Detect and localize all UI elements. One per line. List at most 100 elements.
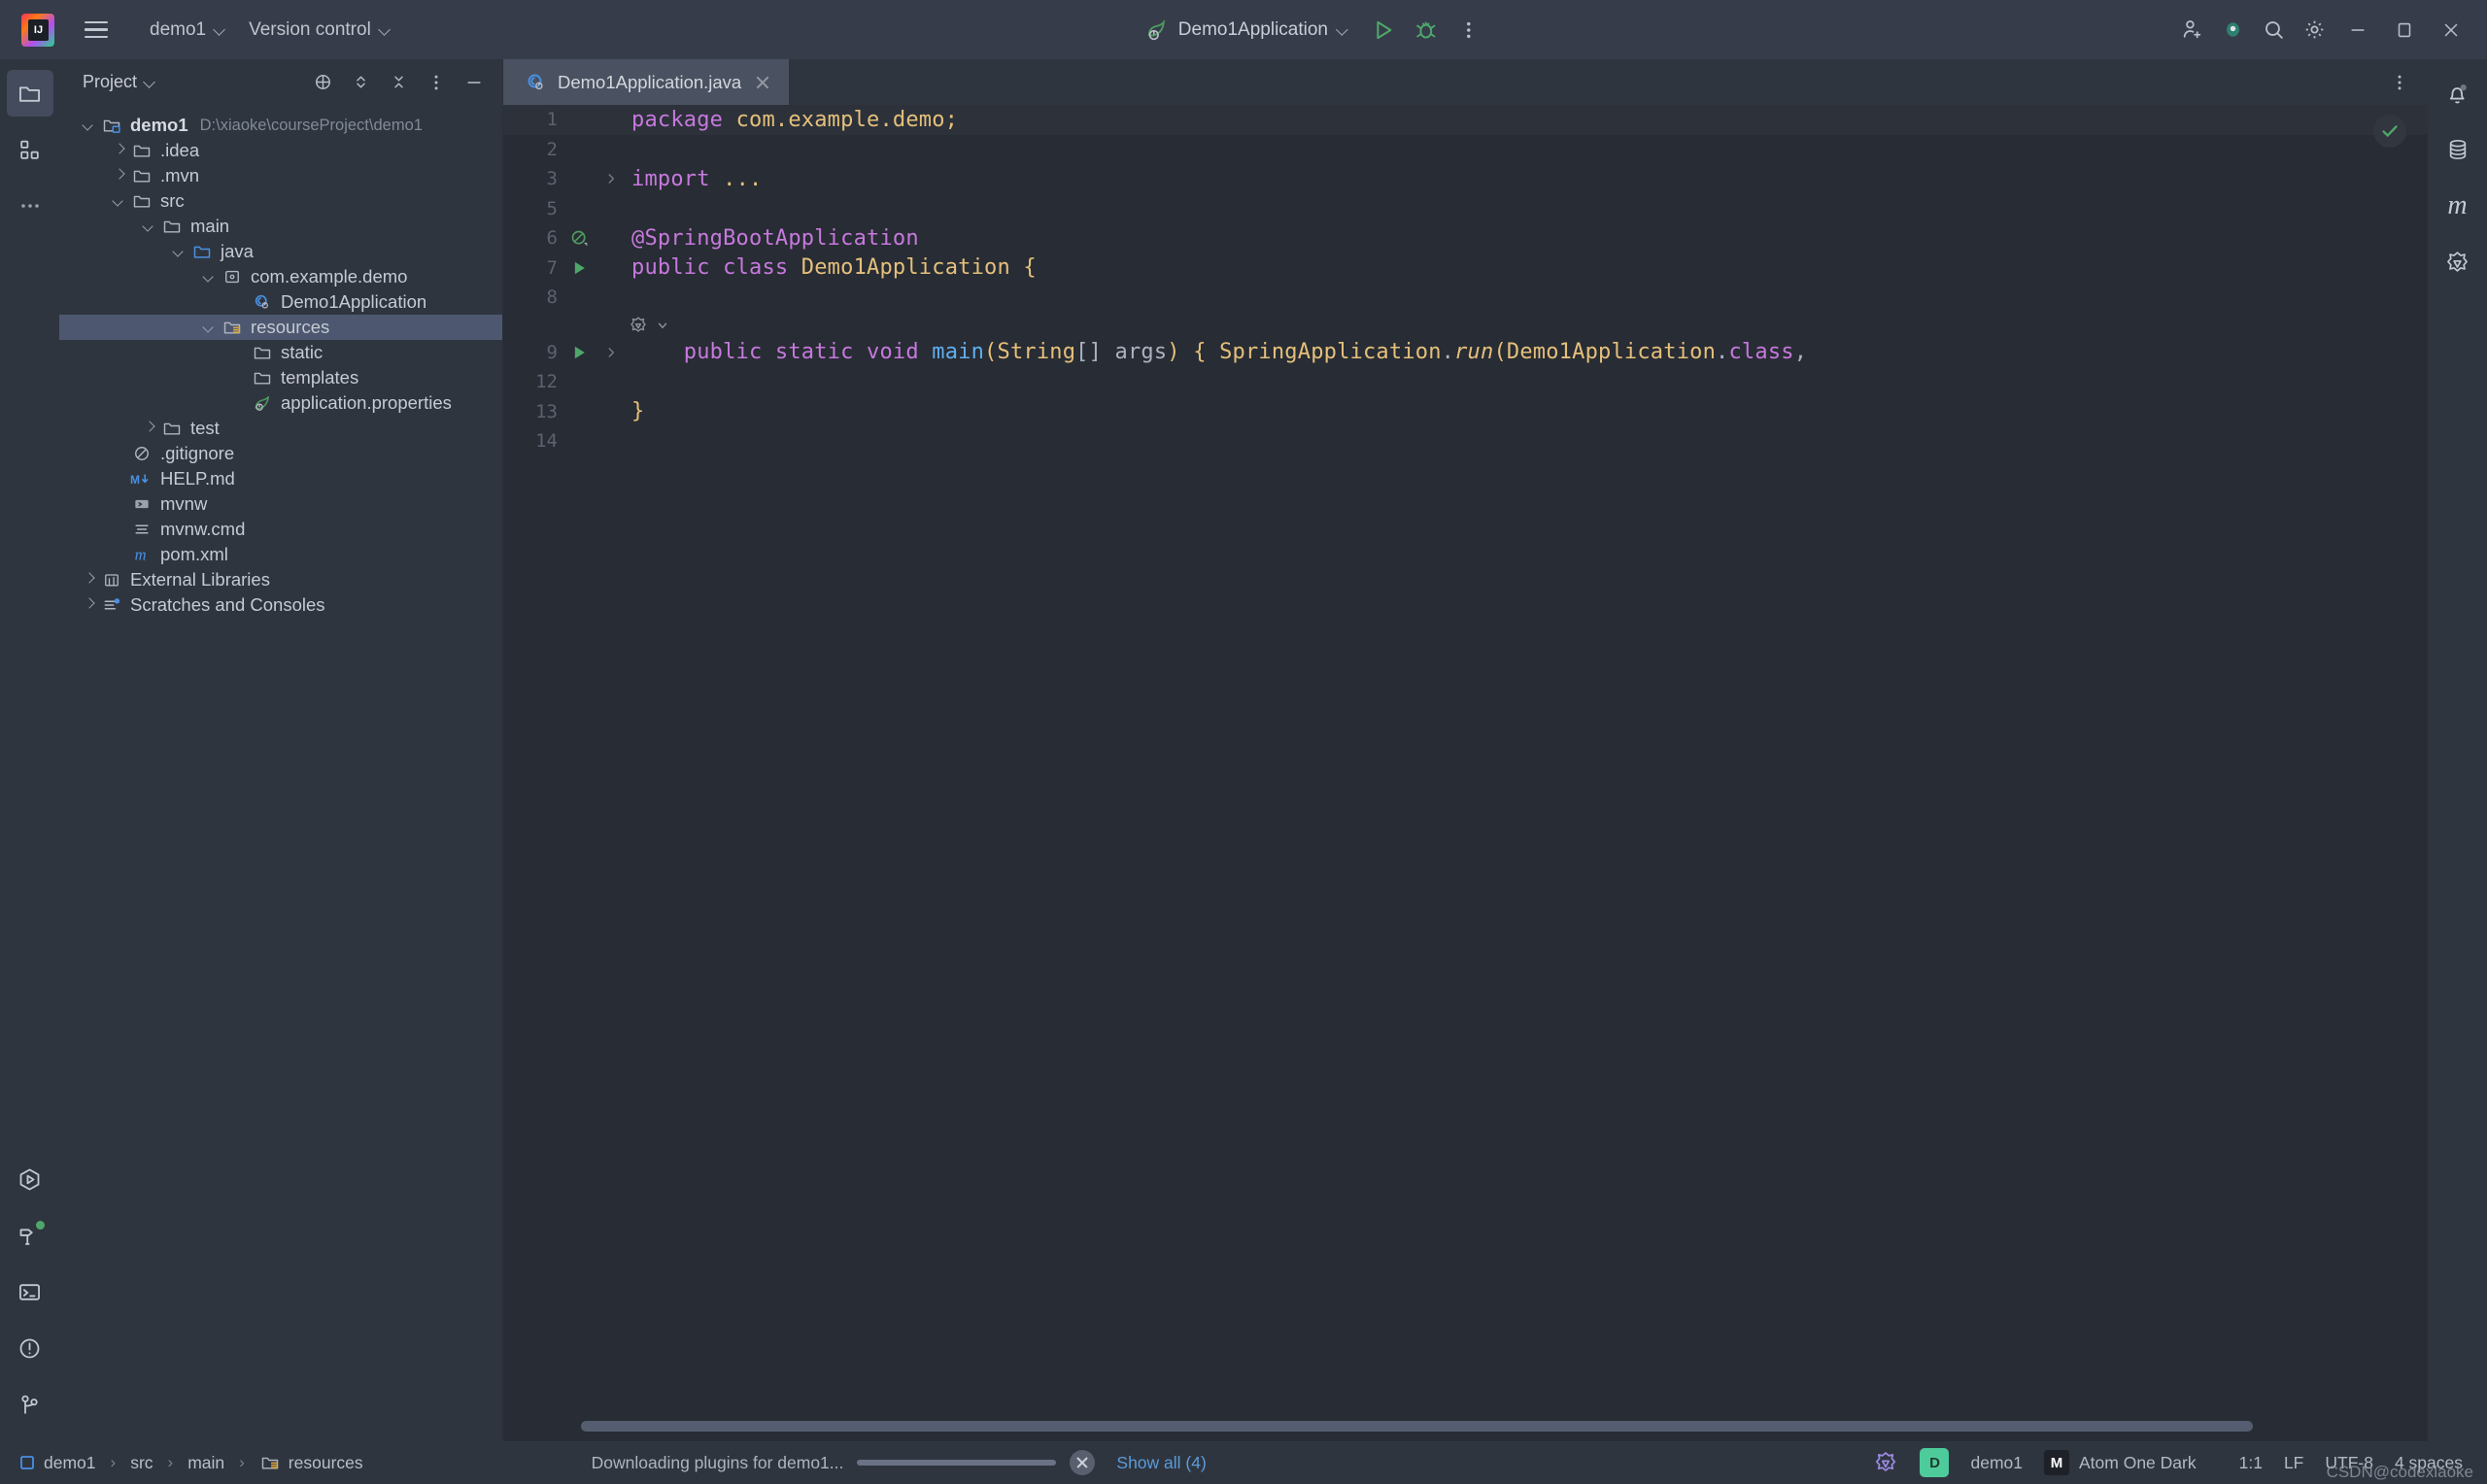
sidebar-item-build[interactable] xyxy=(7,1212,53,1259)
hide-panel-icon[interactable] xyxy=(456,64,493,101)
sidebar-item-database[interactable] xyxy=(2435,126,2481,173)
tree-item-label: Scratches and Consoles xyxy=(130,594,325,615)
theme-widget[interactable]: M Atom One Dark xyxy=(2033,1445,2207,1480)
package-icon xyxy=(221,267,244,287)
inline-bean-hint[interactable] xyxy=(503,313,2428,338)
breadcrumb-item-resources[interactable]: resources xyxy=(255,1450,368,1476)
expand-collapse-icon[interactable] xyxy=(342,64,379,101)
chevron-down-icon[interactable] xyxy=(109,190,130,212)
select-opened-file-icon[interactable] xyxy=(304,64,341,101)
project-name-widget[interactable]: demo1 xyxy=(1959,1448,2033,1478)
tree-item-help-md[interactable]: M HELP.md xyxy=(59,466,502,491)
chevron-right-icon[interactable] xyxy=(79,594,100,616)
breadcrumb-item-main[interactable]: main xyxy=(183,1450,229,1476)
maximize-button[interactable] xyxy=(2382,11,2427,50)
collapse-all-icon[interactable] xyxy=(380,64,417,101)
database-status-badge[interactable]: D xyxy=(1909,1443,1959,1482)
line-separator-widget[interactable]: LF xyxy=(2273,1448,2314,1478)
chevron-down-icon[interactable] xyxy=(199,317,221,338)
sidebar-item-project[interactable] xyxy=(6,70,53,117)
breadcrumb-item-demo1[interactable]: demo1 xyxy=(14,1450,101,1476)
breadcrumb-item-src[interactable]: src xyxy=(125,1450,157,1476)
editor-tab-label: Demo1Application.java xyxy=(558,71,742,92)
tree-item-demo1[interactable]: demo1 D:\xiaoke\courseProject\demo1 xyxy=(59,113,502,138)
tree-item-mvn[interactable]: .mvn xyxy=(59,163,502,188)
sidebar-item-git[interactable] xyxy=(7,1381,53,1428)
tree-arrow-spacer xyxy=(109,544,130,565)
more-actions-icon[interactable] xyxy=(1449,11,1488,50)
sidebar-item-maven[interactable]: m xyxy=(2435,183,2481,229)
chevron-right-icon[interactable] xyxy=(79,569,100,590)
tree-item-external-libraries[interactable]: External Libraries xyxy=(59,567,502,592)
indent-widget[interactable]: 4 spaces xyxy=(2384,1448,2473,1478)
tree-item-main[interactable]: main xyxy=(59,214,502,239)
tree-item-src[interactable]: src xyxy=(59,188,502,214)
debug-button[interactable] xyxy=(1407,11,1446,50)
tree-item-idea[interactable]: .idea xyxy=(59,138,502,163)
editor-options-icon[interactable] xyxy=(2381,64,2418,101)
sidebar-item-problems[interactable] xyxy=(7,1325,53,1371)
tree-item-test[interactable]: test xyxy=(59,416,502,441)
tree-item-application-properties[interactable]: application.properties xyxy=(59,390,502,416)
project-menu-demo1[interactable]: demo1 xyxy=(138,14,237,47)
project-view-selector[interactable]: Project xyxy=(75,67,163,97)
chevron-right-icon[interactable] xyxy=(109,165,130,186)
add-user-icon[interactable] xyxy=(2172,11,2211,50)
editor-horizontal-scrollbar[interactable] xyxy=(581,1421,2253,1432)
sidebar-item-notifications[interactable] xyxy=(2435,70,2481,117)
code-with-me-icon[interactable] xyxy=(2213,11,2252,50)
fold-expand-icon[interactable] xyxy=(600,172,622,186)
editor-tab-demo1application[interactable]: Demo1Application.java xyxy=(503,59,790,105)
tree-item-com-example-demo[interactable]: com.example.demo xyxy=(59,264,502,289)
chevron-down-icon[interactable] xyxy=(169,241,190,262)
tree-item-gitignore[interactable]: .gitignore xyxy=(59,441,502,466)
chevron-down-icon[interactable] xyxy=(199,266,221,287)
tree-item-scratches-and-consoles[interactable]: Scratches and Consoles xyxy=(59,592,502,618)
gutter-run-icon[interactable] xyxy=(558,258,600,278)
sidebar-item-terminal[interactable] xyxy=(7,1268,53,1315)
gutter-spring-bean-icon[interactable] xyxy=(558,228,600,249)
minimize-button[interactable] xyxy=(2335,11,2380,50)
sidebar-item-more[interactable] xyxy=(7,183,53,229)
tree-item-java[interactable]: java xyxy=(59,239,502,264)
cancel-task-icon[interactable] xyxy=(1070,1450,1096,1475)
run-configuration-selector[interactable]: Demo1Application xyxy=(1134,13,1360,48)
tree-item-mvnw-cmd[interactable]: mvnw.cmd xyxy=(59,517,502,542)
chevron-down-icon[interactable] xyxy=(656,319,669,332)
fold-expand-icon[interactable] xyxy=(600,346,622,359)
main-menu-icon[interactable] xyxy=(76,10,117,51)
sidebar-item-run[interactable] xyxy=(7,1156,53,1202)
tree-item-templates[interactable]: templates xyxy=(59,365,502,390)
settings-gear-icon[interactable] xyxy=(2295,11,2334,50)
tree-item-static[interactable]: static xyxy=(59,340,502,365)
show-all-tasks-link[interactable]: Show all (4) xyxy=(1108,1448,1213,1478)
sidebar-item-spring[interactable] xyxy=(2435,239,2481,286)
readonly-toggle[interactable] xyxy=(2207,1458,2229,1467)
ide-window: demo1 Version control Demo1Application xyxy=(0,0,2487,1484)
project-panel-title: Project xyxy=(83,72,138,91)
gutter-run-icon[interactable] xyxy=(558,343,600,362)
caret-position-widget[interactable]: 1:1 xyxy=(2229,1448,2273,1478)
tree-item-demo1application[interactable]: Demo1Application xyxy=(59,289,502,315)
inspection-status-icon[interactable] xyxy=(2373,115,2406,148)
file-encoding-widget[interactable]: UTF-8 xyxy=(2314,1448,2384,1478)
chevron-down-icon[interactable] xyxy=(139,216,160,237)
chevron-down-icon[interactable] xyxy=(79,115,100,136)
sidebar-item-structure[interactable] xyxy=(7,126,53,173)
tree-item-label: pom.xml xyxy=(160,544,228,564)
close-button[interactable] xyxy=(2429,11,2473,50)
run-button[interactable] xyxy=(1364,11,1403,50)
close-tab-icon[interactable] xyxy=(752,72,773,93)
tree-arrow-spacer xyxy=(109,493,130,515)
spring-status-widget[interactable] xyxy=(1862,1445,1909,1480)
code-editor[interactable]: 1 package com.example.demo; 2 3 import ... 5 6… xyxy=(503,105,2428,1441)
chevron-right-icon[interactable] xyxy=(139,418,160,439)
project-tree[interactable]: demo1 D:\xiaoke\courseProject\demo1 .idea.… xyxy=(59,105,502,1441)
project-options-icon[interactable] xyxy=(418,64,455,101)
tree-item-resources[interactable]: resources xyxy=(59,315,502,340)
tree-item-pom-xml[interactable]: m pom.xml xyxy=(59,542,502,567)
tree-item-mvnw[interactable]: mvnw xyxy=(59,491,502,517)
chevron-right-icon[interactable] xyxy=(109,140,130,161)
search-icon[interactable] xyxy=(2254,11,2293,50)
version-control-menu[interactable]: Version control xyxy=(237,14,402,47)
